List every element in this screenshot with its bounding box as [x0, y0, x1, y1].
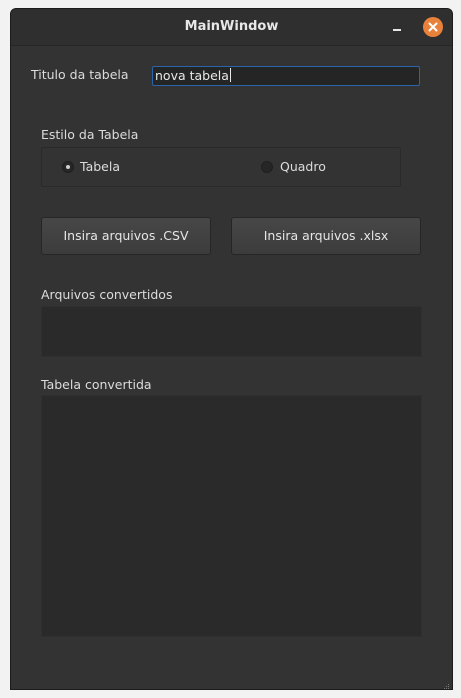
radio-quadro[interactable] — [261, 161, 273, 173]
table-title-input[interactable]: nova tabela — [152, 66, 420, 86]
converted-files-box[interactable] — [41, 306, 422, 357]
converted-table-box[interactable] — [41, 395, 422, 637]
converted-files-label: Arquivos convertidos — [41, 287, 173, 302]
table-style-label: Estilo da Tabela — [41, 127, 139, 142]
minimize-icon[interactable] — [389, 19, 405, 35]
radio-checked-dot — [66, 165, 70, 169]
resize-grip-icon[interactable] — [440, 677, 450, 689]
radio-tabela[interactable] — [62, 161, 74, 173]
table-title-value: nova tabela — [155, 68, 229, 83]
table-style-group: Tabela Quadro — [41, 147, 401, 187]
radio-quadro-label[interactable]: Quadro — [280, 159, 326, 174]
text-caret — [229, 68, 231, 82]
table-title-label: Titulo da tabela — [31, 67, 129, 82]
insert-csv-button[interactable]: Insira arquivos .CSV — [41, 217, 211, 255]
title-bar[interactable]: MainWindow — [11, 9, 452, 46]
main-window: MainWindow Titulo da tabela nova tabela … — [10, 8, 453, 690]
close-icon[interactable] — [423, 17, 443, 37]
window-title: MainWindow — [184, 19, 279, 34]
radio-tabela-label[interactable]: Tabela — [80, 159, 120, 174]
converted-table-label: Tabela convertida — [41, 377, 152, 392]
insert-xlsx-button[interactable]: Insira arquivos .xlsx — [231, 217, 421, 255]
